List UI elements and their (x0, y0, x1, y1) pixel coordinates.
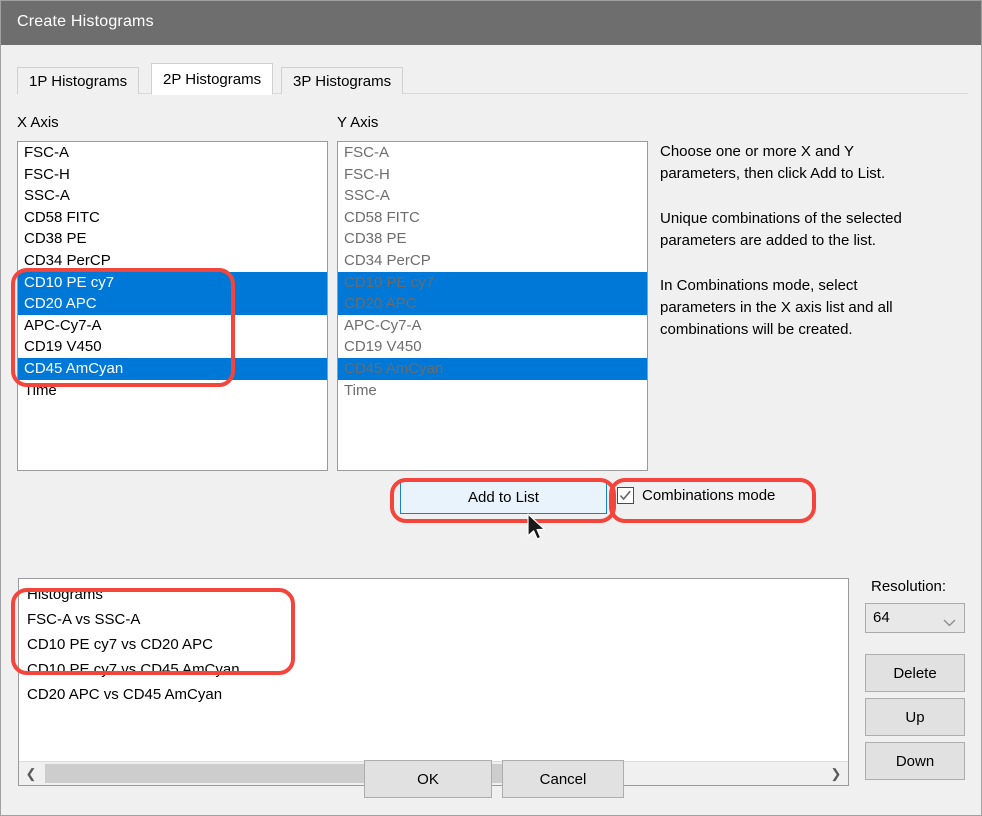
x-axis-listbox[interactable]: FSC-AFSC-HSSC-ACD58 FITCCD38 PECD34 PerC… (17, 141, 328, 471)
y-axis-listbox[interactable]: FSC-AFSC-HSSC-ACD58 FITCCD38 PECD34 PerC… (337, 141, 648, 471)
histogram-list-item[interactable]: CD10 PE cy7 vs CD20 APC (19, 632, 848, 657)
scrollbar-thumb[interactable] (45, 764, 581, 783)
create-histograms-dialog: Create Histograms 1P Histograms 2P Histo… (0, 0, 982, 816)
list-item[interactable]: CD34 PerCP (338, 250, 647, 272)
tab-1p-histograms[interactable]: 1P Histograms (17, 67, 139, 94)
list-item[interactable]: CD20 APC (18, 293, 327, 315)
help-paragraph-3: In Combinations mode, select parameters … (660, 275, 960, 341)
list-item[interactable]: CD58 FITC (338, 207, 647, 229)
list-item[interactable]: FSC-H (338, 164, 647, 186)
histogram-list-item[interactable]: CD20 APC vs CD45 AmCyan (19, 682, 848, 707)
combinations-mode-checkbox-group[interactable]: Combinations mode (617, 487, 775, 504)
help-paragraph-2: Unique combinations of the selected para… (660, 208, 960, 252)
cancel-button[interactable]: Cancel (502, 760, 624, 798)
checkmark-icon (619, 489, 632, 502)
tab-3p-histograms[interactable]: 3P Histograms (281, 67, 403, 94)
help-paragraph-1: Choose one or more X and Y parameters, t… (660, 141, 960, 185)
tab-2p-histograms[interactable]: 2P Histograms (151, 63, 273, 95)
window-title: Create Histograms (17, 13, 154, 31)
tabstrip: 1P Histograms 2P Histograms 3P Histogram… (17, 63, 968, 95)
histogram-list-item[interactable]: FSC-A vs SSC-A (19, 607, 848, 632)
list-item[interactable]: CD45 AmCyan (338, 358, 647, 380)
list-item[interactable]: Time (338, 380, 647, 402)
list-item[interactable]: CD58 FITC (18, 207, 327, 229)
scroll-right-arrow-icon[interactable]: ❯ (824, 762, 848, 785)
x-axis-label: X Axis (17, 114, 59, 131)
scroll-left-arrow-icon[interactable]: ❮ (19, 762, 43, 785)
ok-button[interactable]: OK (364, 760, 492, 798)
histogram-list-header: Histograms (19, 582, 848, 607)
add-to-list-button[interactable]: Add to List (400, 480, 607, 514)
list-item[interactable]: FSC-A (18, 142, 327, 164)
combinations-mode-label: Combinations mode (642, 487, 775, 504)
list-item[interactable]: Time (18, 380, 327, 402)
list-item[interactable]: CD45 AmCyan (18, 358, 327, 380)
down-button[interactable]: Down (865, 742, 965, 780)
list-item[interactable]: SSC-A (338, 185, 647, 207)
histogram-listbox[interactable]: HistogramsFSC-A vs SSC-ACD10 PE cy7 vs C… (18, 578, 849, 786)
up-button[interactable]: Up (865, 698, 965, 736)
y-axis-label: Y Axis (337, 114, 378, 131)
combinations-mode-checkbox[interactable] (617, 487, 634, 504)
resolution-value: 64 (873, 609, 890, 626)
list-item[interactable]: CD10 PE cy7 (18, 272, 327, 294)
list-item[interactable]: CD20 APC (338, 293, 647, 315)
list-item[interactable]: APC-Cy7-A (18, 315, 327, 337)
list-item[interactable]: CD19 V450 (338, 336, 647, 358)
window-titlebar: Create Histograms (1, 1, 982, 45)
list-item[interactable]: APC-Cy7-A (338, 315, 647, 337)
list-item[interactable]: FSC-H (18, 164, 327, 186)
resolution-label: Resolution: (871, 578, 946, 595)
list-item[interactable]: SSC-A (18, 185, 327, 207)
histogram-list-item[interactable]: CD10 PE cy7 vs CD45 AmCyan (19, 657, 848, 682)
list-item[interactable]: CD19 V450 (18, 336, 327, 358)
list-item[interactable]: CD38 PE (18, 228, 327, 250)
list-item[interactable]: CD34 PerCP (18, 250, 327, 272)
dialog-client-area: 1P Histograms 2P Histograms 3P Histogram… (2, 45, 982, 816)
chevron-down-icon (943, 614, 956, 632)
resolution-dropdown[interactable]: 64 (865, 603, 965, 633)
list-item[interactable]: FSC-A (338, 142, 647, 164)
list-item[interactable]: CD38 PE (338, 228, 647, 250)
delete-button[interactable]: Delete (865, 654, 965, 692)
list-item[interactable]: CD10 PE cy7 (338, 272, 647, 294)
